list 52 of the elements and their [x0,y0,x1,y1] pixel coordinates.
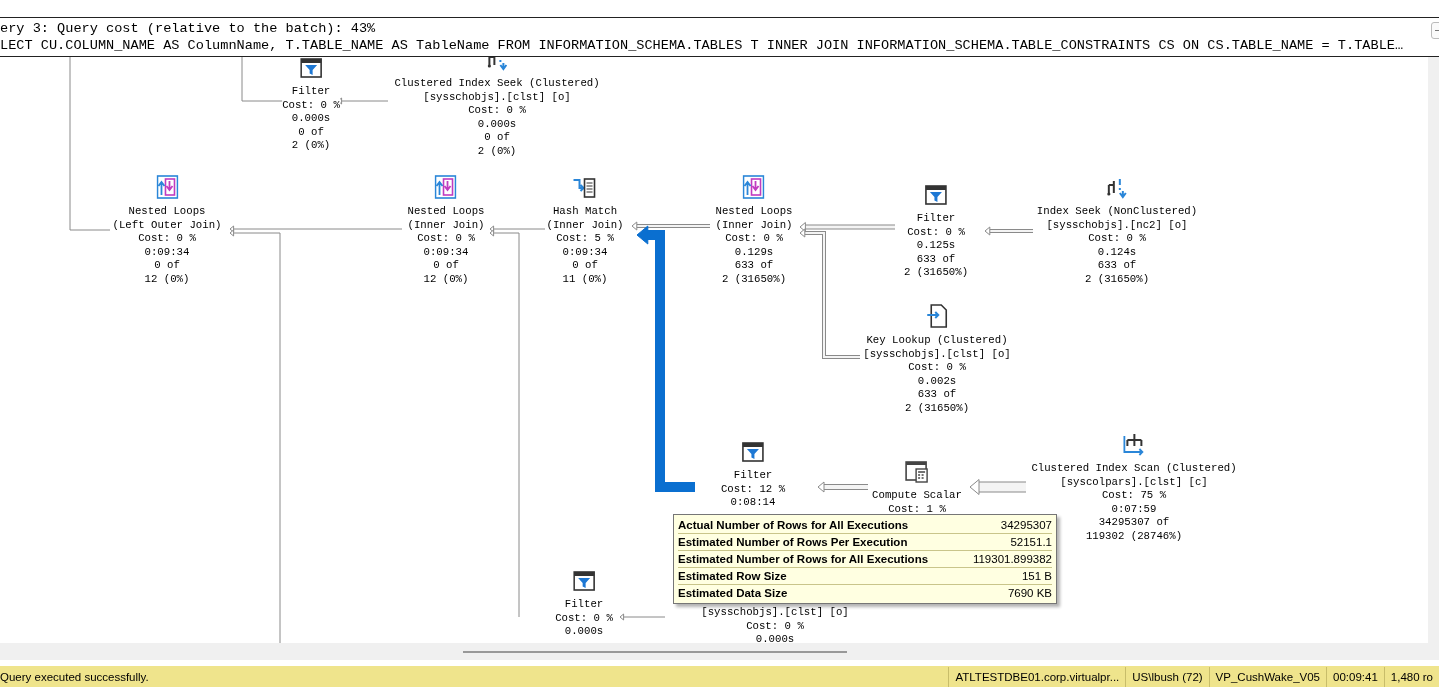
operator-stat: (Left Outer Join) [112,218,222,232]
connector-arrow [969,479,1026,495]
operator-name: Nested Loops [407,205,485,219]
operator-name: Clustered Index Seek (Clustered) [394,77,600,91]
operator-stat: 2 (31650%) [904,401,970,415]
tooltip-value: 151 B [1021,569,1052,584]
operator-stat: 2 (0%) [291,139,331,153]
tooltip-label: Estimated Number of Rows for All Executions [678,552,929,567]
funnel-icon [573,570,595,592]
operator-name: Clustered Index Scan (Clustered) [1031,462,1237,476]
table-arrow-icon [573,177,597,199]
status-segment: VP_CushWake_V05 [1208,667,1327,687]
operator-stat: 12 (0%) [144,272,190,286]
operator-stat: 2 (31650%) [903,266,969,280]
status-segment: US\lbush (72) [1125,667,1209,687]
operator-stat: 2 (0%) [477,144,517,158]
tooltip-value: 7690 KB [1007,586,1052,601]
loop-arrows-icon [743,175,765,199]
operator-stat: 2 (31650%) [1084,272,1150,286]
tree-arrow-icon [1106,177,1128,199]
operator-name: Nested Loops [128,205,206,219]
tooltip-label: Estimated Row Size [678,569,787,584]
connector-arrow [817,481,868,493]
operator-stat: 2 (31650%) [721,272,787,286]
tooltip-label: Actual Number of Rows for All Executions [678,518,909,533]
operator-name: Index Seek (NonClustered) [1036,205,1198,219]
loop-arrows-icon [435,175,457,199]
status-message: Query executed successfully. [0,671,150,683]
tooltip-label: Estimated Number of Rows Per Execution [678,535,908,550]
operator-name: Nested Loops [715,205,793,219]
tooltip-value: 52151.1 [1010,535,1052,550]
calculator-icon [905,461,929,483]
tooltip-value: 119301.899382 [972,552,1052,567]
operator-stat: 12 (0%) [423,272,469,286]
query-cost-title: ery 3: Query cost (relative to the batch): 43% [0,20,376,37]
query-text: LECT CU.COLUMN_NAME AS ColumnName, T.TABLE_NAME AS TableName FROM INFORMATION_SCHEMA.TABLES T INNER JOIN INFORMATION_SCHEMA.TABLE_CONSTRAINTS CS ON CS.TABLE_NAME = T.TABLE… [0,37,1404,54]
operator-stat: 11 (0%) [562,272,608,286]
operator-name: [sysschobjs].[clst] [o] [701,606,849,620]
operator-name: Compute Scalar [872,489,962,503]
connector-arrow [619,613,666,621]
document-arrow-icon [926,304,948,328]
connector-arrow [984,226,1034,236]
status-segment: 00:09:41 [1326,667,1384,687]
operator-name: Key Lookup (Clustered) [866,334,1008,348]
loop-arrows-icon [156,175,178,199]
status-segment: ATLTESTDBE01.corp.virtualpr... [948,667,1126,687]
funnel-icon [925,184,947,206]
tooltip-label: Estimated Data Size [678,586,788,601]
tooltip-value: 34295307 [1000,518,1052,533]
status-segment: 1,480 ro [1383,667,1439,687]
tree-arrow-icon [1122,432,1146,456]
funnel-icon [742,441,764,463]
